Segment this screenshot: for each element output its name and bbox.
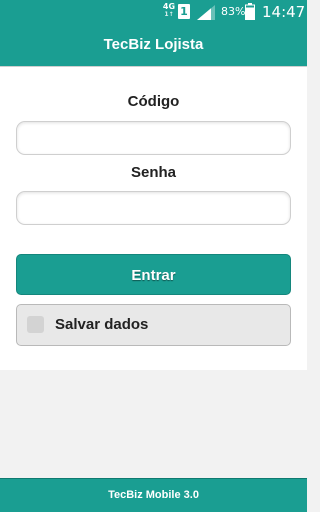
entrar-button[interactable]: Entrar — [16, 254, 291, 295]
network-activity: 1↑ — [164, 11, 174, 18]
senha-label: Senha — [130, 164, 176, 181]
app-bar: TecBiz Lojista — [0, 24, 307, 67]
status-bar: 4G 1↑ 1 83% 14:47 — [0, 0, 307, 24]
salvar-dados-toggle[interactable]: Salvar dados — [16, 304, 291, 346]
network-type: 4G — [162, 2, 176, 11]
codigo-label: Código — [127, 93, 180, 110]
login-form: Código Senha Entrar Salvar dados — [0, 67, 307, 370]
salvar-dados-label: Salvar dados — [55, 316, 149, 333]
signal-icon — [197, 5, 215, 20]
app-title: TecBiz Lojista — [103, 36, 204, 53]
codigo-input[interactable] — [16, 121, 291, 155]
sim-icon: 1 — [178, 4, 190, 19]
battery-percent: 83% — [221, 5, 246, 18]
footer: TecBiz Mobile 3.0 — [0, 478, 307, 512]
salvar-dados-checkbox[interactable] — [27, 316, 44, 333]
clock: 14:47 — [262, 3, 306, 21]
battery-icon — [245, 3, 255, 20]
footer-text: TecBiz Mobile 3.0 — [108, 489, 199, 501]
network-indicator: 4G 1↑ — [162, 2, 176, 18]
senha-input[interactable] — [16, 191, 291, 225]
